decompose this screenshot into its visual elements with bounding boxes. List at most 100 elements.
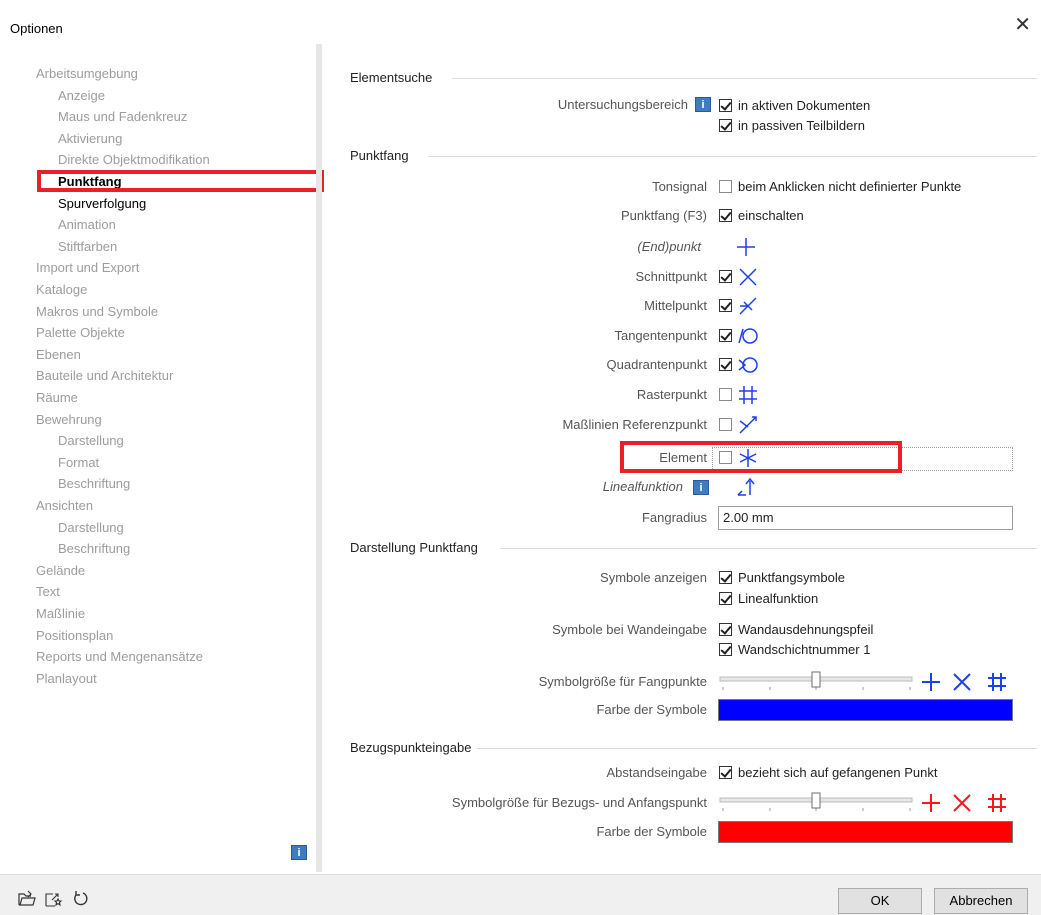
tonsignal-label: Tonsignal — [652, 179, 707, 194]
masslinien-referenzpunkt-checkbox[interactable] — [719, 418, 732, 431]
punktfang-f3-label: Punktfang (F3) — [621, 208, 707, 223]
export-icon[interactable] — [43, 889, 63, 909]
tree-item[interactable]: Beschriftung — [58, 539, 130, 559]
element-label: Element — [659, 450, 707, 465]
abstandseingabe-checkbox[interactable] — [719, 766, 732, 779]
linealfunktion-icon — [737, 477, 755, 496]
schnittpunkt-checkbox[interactable] — [719, 270, 732, 283]
tangentenpunkt-checkbox[interactable] — [719, 329, 732, 342]
farbe-symbole-blau-swatch[interactable] — [718, 699, 1013, 721]
tree-item[interactable]: Bauteile und Architektur — [36, 366, 173, 386]
tree-item[interactable]: Makros und Symbole — [36, 302, 158, 322]
passive-teilbilder-checkbox[interactable] — [719, 119, 732, 132]
tree-item[interactable]: Maus und Fadenkreuz — [58, 107, 187, 127]
tonsignal-text: beim Anklicken nicht definierter Punkte — [738, 179, 962, 194]
tree-item[interactable]: Aktivierung — [58, 129, 122, 149]
fangradius-label: Fangradius — [641, 510, 707, 525]
linealfunktion-label: Linealfunktion — [602, 479, 683, 494]
tree-item[interactable]: Positionsplan — [36, 626, 113, 646]
tree-item[interactable]: Beschriftung — [58, 474, 130, 494]
tree-item[interactable]: Gelände — [36, 561, 85, 581]
tree-item[interactable]: Arbeitsumgebung — [36, 64, 138, 84]
farbe-symbole-rot-swatch[interactable] — [718, 821, 1013, 843]
cancel-button[interactable]: Abbrechen — [934, 888, 1028, 914]
info-icon[interactable]: i — [695, 97, 711, 112]
quadrantenpunkt-checkbox[interactable] — [719, 358, 732, 371]
abstandseingabe-label: Abstandseingabe — [606, 765, 707, 780]
tree-item[interactable]: Palette Objekte — [36, 323, 125, 343]
tree-item[interactable]: Maßlinie — [36, 604, 85, 624]
fangpunkt-plus-icon — [922, 673, 940, 691]
tree-item[interactable]: Format — [58, 453, 99, 473]
tree-item[interactable]: Text — [36, 582, 60, 602]
tree-item[interactable]: Spurverfolgung — [58, 194, 146, 214]
symbole-anzeigen-label: Symbole anzeigen — [600, 570, 707, 585]
schnittpunkt-label: Schnittpunkt — [635, 269, 707, 284]
tree-item[interactable]: Darstellung — [58, 518, 124, 538]
symbolgroesse-bezug-slider[interactable] — [718, 790, 914, 814]
masslinien-referenzpunkt-label: Maßlinien Referenzpunkt — [562, 417, 707, 432]
tree-item[interactable]: Anzeige — [58, 86, 105, 106]
masslinien-referenzpunkt-icon — [739, 416, 757, 434]
fangpunkt-raster-icon — [988, 673, 1006, 691]
farbe-symbole-bezug-label: Farbe der Symbole — [596, 824, 707, 839]
mittelpunkt-checkbox[interactable] — [719, 299, 732, 312]
tree-item[interactable]: Reports und Mengenansätze — [36, 647, 203, 667]
untersuchungsbereich-label: Untersuchungsbereich — [557, 97, 688, 112]
reset-icon[interactable] — [70, 889, 90, 909]
aktive-dokumente-checkbox[interactable] — [719, 99, 732, 112]
punktfang-f3-checkbox[interactable] — [719, 209, 732, 222]
tangentenpunkt-icon — [738, 328, 758, 344]
tree-item[interactable]: Import und Export — [36, 258, 139, 278]
info-icon[interactable]: i — [291, 845, 307, 860]
symbolgroesse-bezug-label: Symbolgröße für Bezugs- und Anfangspunkt — [451, 795, 707, 810]
tangentenpunkt-label: Tangentenpunkt — [614, 328, 707, 343]
endpunkt-icon — [737, 238, 755, 256]
tree-item[interactable]: Direkte Objektmodifikation — [58, 150, 210, 170]
tree-item[interactable]: Ansichten — [36, 496, 93, 516]
tree-item[interactable]: Bewehrung — [36, 410, 102, 430]
ok-button[interactable]: OK — [838, 888, 922, 914]
title-bar: Optionen ✕ — [0, 0, 1041, 44]
options-panel: Elementsuche Untersuchungsbereich i in a… — [322, 44, 1041, 874]
quadrantenpunkt-label: Quadrantenpunkt — [606, 357, 707, 372]
fangradius-input[interactable]: 2.00 mm — [718, 506, 1013, 530]
section-divider — [500, 548, 1037, 549]
section-divider — [477, 748, 1037, 749]
abstandseingabe-text: bezieht sich auf gefangenen Punkt — [738, 765, 938, 780]
tree-item[interactable]: Animation — [58, 215, 116, 235]
punktfangsymbole-label: Punktfangsymbole — [738, 570, 845, 585]
element-checkbox[interactable] — [719, 451, 732, 464]
tree-item[interactable]: Kataloge — [36, 280, 87, 300]
aktive-dokumente-label: in aktiven Dokumenten — [738, 98, 871, 113]
tree-item[interactable]: Räume — [36, 388, 78, 408]
symbole-wandeingabe-label: Symbole bei Wandeingabe — [552, 622, 707, 637]
rasterpunkt-icon — [739, 386, 757, 404]
tonsignal-checkbox[interactable] — [719, 180, 732, 193]
section-darstellung-punktfang: Darstellung Punktfang — [350, 540, 478, 555]
tree-item[interactable]: Ebenen — [36, 345, 81, 365]
punktfang-f3-text: einschalten — [738, 208, 804, 223]
punktfangsymbole-checkbox[interactable] — [719, 571, 732, 584]
close-icon[interactable]: ✕ — [1014, 15, 1031, 35]
symbolgroesse-fangpunkte-slider[interactable] — [718, 669, 914, 693]
info-icon[interactable]: i — [693, 480, 709, 495]
mittelpunkt-label: Mittelpunkt — [644, 298, 707, 313]
farbe-symbole-label: Farbe der Symbole — [596, 702, 707, 717]
tree-item[interactable]: Planlayout — [36, 669, 97, 689]
options-tree: Arbeitsumgebung Anzeige Maus und Fadenkreu… — [0, 44, 316, 874]
import-icon[interactable] — [17, 889, 37, 909]
rasterpunkt-checkbox[interactable] — [719, 388, 732, 401]
tree-item[interactable]: Stiftfarben — [58, 237, 117, 257]
passive-teilbilder-label: in passiven Teilbildern — [738, 118, 865, 133]
tree-item[interactable]: Darstellung — [58, 431, 124, 451]
element-icon — [739, 449, 757, 467]
linealfunktion-checkbox[interactable] — [719, 592, 732, 605]
wandschichtnummer-checkbox[interactable] — [719, 643, 732, 656]
fangpunkt-cross-icon — [953, 673, 971, 691]
section-divider — [428, 156, 1037, 157]
schnittpunkt-icon — [739, 268, 757, 286]
bezug-plus-icon — [922, 794, 940, 812]
wandausdehnungspfeil-checkbox[interactable] — [719, 623, 732, 636]
endpunkt-label: (End)punkt — [637, 239, 701, 254]
